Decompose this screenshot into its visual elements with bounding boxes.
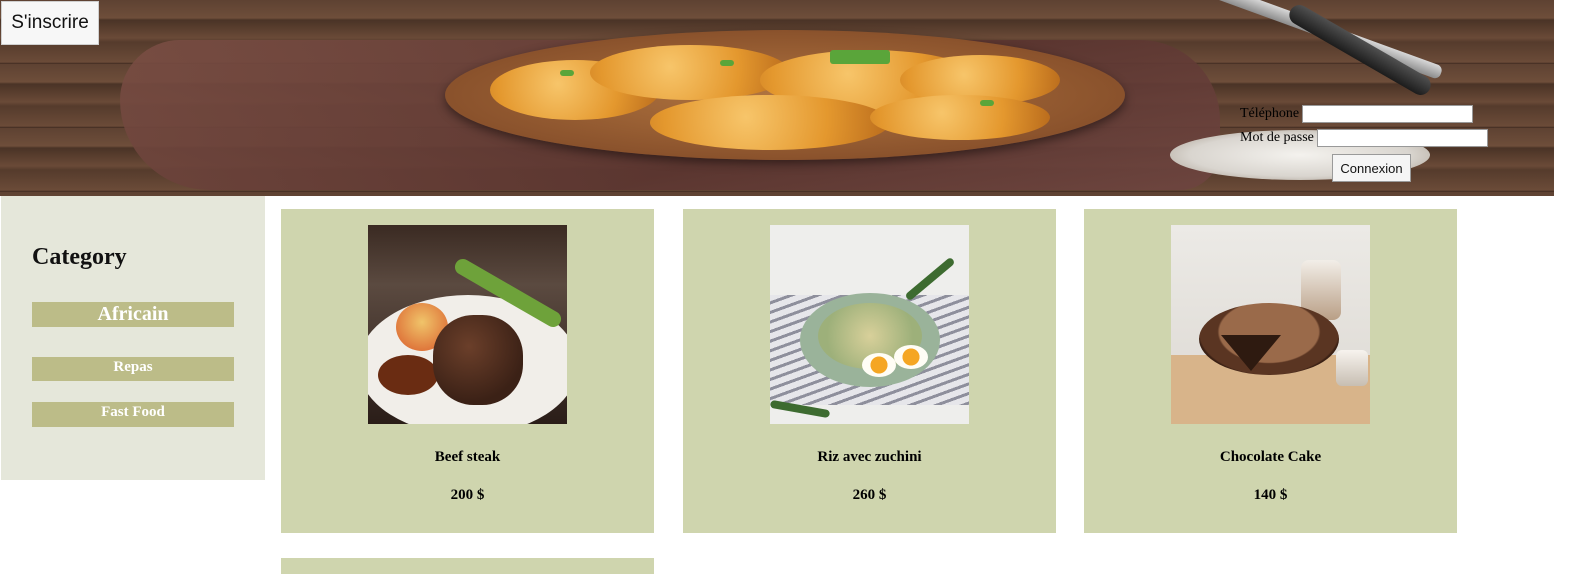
product-price: 200 $: [450, 487, 485, 503]
product-price: 260 $: [852, 487, 887, 503]
product-card[interactable]: Beef steak 200 $: [281, 209, 654, 533]
phone-input[interactable]: [1302, 105, 1474, 123]
banner-herb: [720, 60, 734, 66]
header-banner: [0, 0, 1554, 196]
product-card[interactable]: [281, 558, 654, 574]
banner-herb: [980, 100, 994, 106]
login-button[interactable]: Connexion: [1332, 154, 1411, 182]
banner-knife: [1285, 1, 1435, 99]
category-title: Category: [32, 244, 127, 270]
signup-button[interactable]: S'inscrire: [1, 1, 99, 45]
product-image[interactable]: [368, 225, 567, 424]
banner-herb: [560, 70, 574, 76]
category-item-africain[interactable]: Africain: [32, 302, 234, 327]
product-price: 140 $: [1253, 487, 1288, 503]
password-label: Mot de passe: [1240, 130, 1314, 145]
product-name: Beef steak: [434, 449, 501, 465]
product-image[interactable]: [1171, 225, 1370, 424]
banner-rosti: [590, 45, 790, 100]
phone-row: Téléphone: [1240, 102, 1488, 126]
category-item-fast-food[interactable]: Fast Food: [32, 402, 234, 427]
product-image[interactable]: [770, 225, 969, 424]
password-input[interactable]: [1316, 129, 1488, 147]
password-row: Mot de passe: [1240, 126, 1488, 150]
category-sidebar: Category Africain Repas Fast Food: [1, 196, 265, 480]
product-card[interactable]: Riz avec zuchini 260 $: [683, 209, 1056, 533]
category-item-repas[interactable]: Repas: [32, 357, 234, 381]
product-name: Chocolate Cake: [1219, 449, 1322, 465]
login-form: Téléphone Mot de passe Connexion: [1240, 102, 1488, 182]
banner-rosti: [870, 95, 1050, 140]
phone-label: Téléphone: [1240, 106, 1300, 121]
product-name: Riz avec zuchini: [817, 449, 922, 465]
product-card[interactable]: Chocolate Cake 140 $: [1084, 209, 1457, 533]
banner-rosti: [650, 95, 890, 150]
banner-herb: [830, 50, 890, 64]
